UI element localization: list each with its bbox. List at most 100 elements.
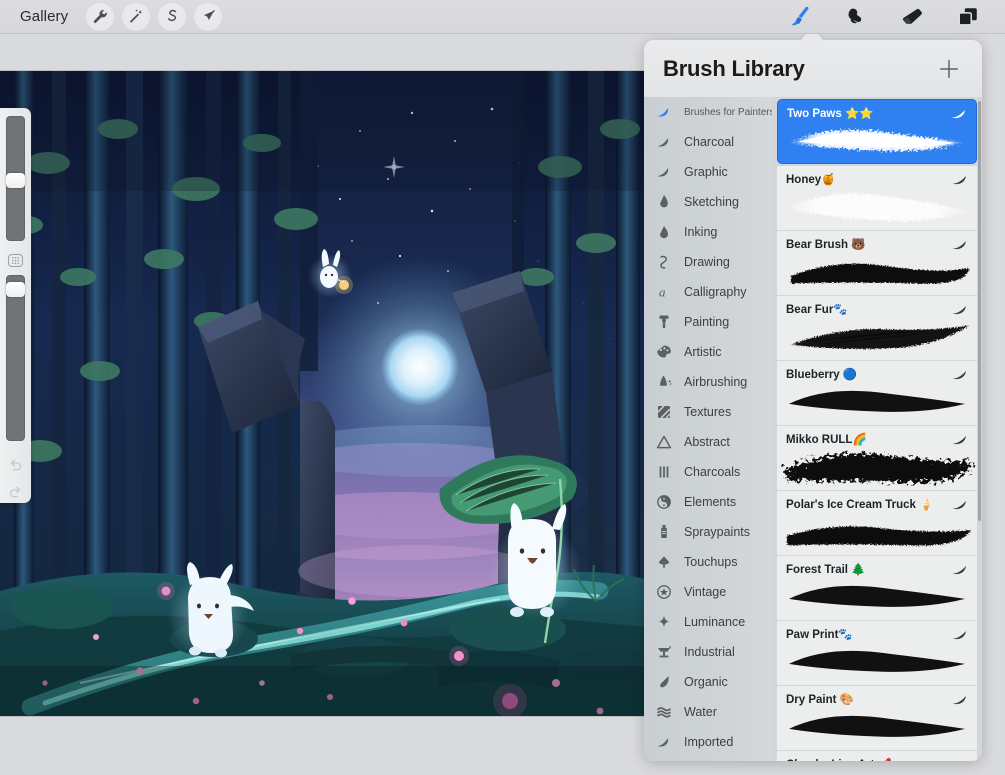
smudge-icon[interactable] bbox=[841, 3, 871, 31]
brush-item[interactable]: Dry Paint 🎨 bbox=[777, 686, 977, 751]
brush-item[interactable]: Paw Print🐾 bbox=[777, 621, 977, 686]
brush-item[interactable]: Two Paws ⭐⭐ bbox=[777, 99, 977, 164]
brush-category-elements[interactable]: Elements bbox=[644, 487, 772, 517]
eraser-icon[interactable] bbox=[897, 3, 927, 31]
three-bars-icon bbox=[654, 463, 673, 482]
brush-category-label: Brushes for Painters bbox=[684, 106, 772, 118]
brush-category-list[interactable]: Brushes for Painters Charcoal Graphic Sketc… bbox=[644, 97, 772, 761]
brush-item[interactable]: Bear Fur🐾 bbox=[777, 296, 977, 361]
brush-item-name: Blueberry 🔵 bbox=[786, 369, 858, 381]
transform-arrow-icon[interactable] bbox=[194, 2, 223, 31]
brush-edit-icon[interactable] bbox=[951, 303, 969, 315]
brush-item[interactable]: Mikko RULL🌈 bbox=[777, 426, 977, 491]
brush-category-label: Vintage bbox=[684, 585, 727, 599]
layers-icon[interactable] bbox=[953, 3, 983, 31]
brush-category-charcoals[interactable]: Charcoals bbox=[644, 457, 772, 487]
brush-category-inking[interactable]: Inking bbox=[644, 217, 772, 247]
brush-stroke-preview bbox=[777, 375, 977, 425]
brush-edit-icon[interactable] bbox=[951, 693, 969, 705]
brush-item-name: Two Paws ⭐⭐ bbox=[787, 108, 874, 120]
brush-category-luminance[interactable]: Luminance bbox=[644, 607, 772, 637]
brush-edit-icon[interactable] bbox=[951, 498, 969, 510]
selection-icon[interactable] bbox=[158, 2, 187, 31]
brush-category-label: Textures bbox=[684, 405, 732, 419]
brush-item[interactable]: Forest Trail 🌲 bbox=[777, 556, 977, 621]
brush-item[interactable]: Polar's Ice Cream Truck 🍦 bbox=[777, 491, 977, 556]
brush-stroke-preview bbox=[777, 700, 977, 750]
drawing-canvas[interactable] bbox=[0, 71, 645, 716]
brush-category-graphic[interactable]: Graphic bbox=[644, 157, 772, 187]
modify-button[interactable] bbox=[8, 253, 23, 268]
brush-item-name: Polar's Ice Cream Truck 🍦 bbox=[786, 499, 934, 511]
svg-text:a: a bbox=[659, 285, 666, 300]
actions-wrench-icon[interactable] bbox=[86, 2, 115, 31]
leaf-icon bbox=[654, 673, 673, 692]
brush-edit-icon[interactable] bbox=[951, 758, 969, 761]
add-brush-icon[interactable] bbox=[936, 56, 962, 82]
brush-category-sketching[interactable]: Sketching bbox=[644, 187, 772, 217]
brush-item-name: Chunky Line Art 🖍️ bbox=[786, 757, 892, 761]
gallery-button[interactable]: Gallery bbox=[14, 5, 78, 29]
adjustments-wand-icon[interactable] bbox=[122, 2, 151, 31]
brush-category-charcoal[interactable]: Charcoal bbox=[644, 127, 772, 157]
brush-item-name: Honey🍯 bbox=[786, 174, 836, 186]
redo-icon[interactable] bbox=[5, 483, 27, 503]
texture-hatch-icon bbox=[654, 403, 673, 422]
brush-category-water[interactable]: Water bbox=[644, 697, 772, 727]
brush-item-name: Forest Trail 🌲 bbox=[786, 564, 866, 576]
ink-drop-icon bbox=[654, 223, 673, 242]
brush-category-label: Organic bbox=[684, 675, 728, 689]
brush-stroke-preview bbox=[778, 114, 976, 163]
brush-edit-icon[interactable] bbox=[951, 173, 969, 185]
brush-item-name: Mikko RULL🌈 bbox=[786, 434, 867, 446]
brush-category-label: Luminance bbox=[684, 615, 746, 629]
brush-category-abstract[interactable]: Abstract bbox=[644, 427, 772, 457]
brush-edit-icon[interactable] bbox=[951, 238, 969, 250]
brush-category-airbrushing[interactable]: Airbrushing bbox=[644, 367, 772, 397]
brush-item[interactable]: Honey🍯 bbox=[777, 166, 977, 231]
brush-stroke-preview bbox=[777, 635, 977, 685]
brush-item-list[interactable]: Two Paws ⭐⭐ Honey🍯 Bear Brush 🐻 Bear Fur🐾 Bl… bbox=[772, 97, 982, 761]
toolbar-left-group: Gallery bbox=[0, 2, 223, 31]
brush-category-vintage[interactable]: Vintage bbox=[644, 577, 772, 607]
brush-item[interactable]: Chunky Line Art 🖍️ bbox=[777, 751, 977, 761]
brush-size-slider[interactable] bbox=[6, 116, 25, 241]
brush-category-industrial[interactable]: Industrial bbox=[644, 637, 772, 667]
squiggle-icon bbox=[654, 253, 673, 272]
brush-stroke-preview bbox=[777, 180, 977, 230]
brush-category-label: Airbrushing bbox=[684, 375, 748, 389]
brush-edit-icon[interactable] bbox=[951, 368, 969, 380]
paint-brush-flat-icon bbox=[654, 313, 673, 332]
artwork-illustration bbox=[0, 71, 645, 716]
brush-list-scrollbar[interactable] bbox=[978, 101, 981, 521]
brush-stroke-icon bbox=[654, 733, 673, 752]
paint-brush-icon[interactable] bbox=[785, 3, 815, 31]
brush-edit-icon[interactable] bbox=[951, 563, 969, 575]
brush-category-organic[interactable]: Organic bbox=[644, 667, 772, 697]
brush-category-brushes-for-painters[interactable]: Brushes for Painters bbox=[644, 97, 772, 127]
brush-category-imported[interactable]: Imported bbox=[644, 727, 772, 757]
brush-category-artistic[interactable]: Artistic bbox=[644, 337, 772, 367]
brush-edit-icon[interactable] bbox=[951, 628, 969, 640]
letter-a-icon: a bbox=[654, 283, 673, 302]
brush-category-calligraphy[interactable]: a Calligraphy bbox=[644, 277, 772, 307]
brush-opacity-slider[interactable] bbox=[6, 275, 25, 442]
brush-item[interactable]: Bear Brush 🐻 bbox=[777, 231, 977, 296]
brush-category-drawing[interactable]: Drawing bbox=[644, 247, 772, 277]
brush-stroke-preview bbox=[777, 570, 977, 620]
brush-category-label: Water bbox=[684, 705, 717, 719]
brush-edit-icon[interactable] bbox=[950, 107, 968, 119]
brush-opacity-slider-thumb[interactable] bbox=[6, 282, 25, 298]
brush-edit-icon[interactable] bbox=[951, 433, 969, 445]
brush-category-textures[interactable]: Textures bbox=[644, 397, 772, 427]
undo-icon[interactable] bbox=[5, 455, 27, 475]
brush-stroke-preview bbox=[777, 310, 977, 360]
brush-category-label: Abstract bbox=[684, 435, 730, 449]
brush-size-slider-thumb[interactable] bbox=[6, 173, 25, 189]
brush-category-spraypaints[interactable]: Spraypaints bbox=[644, 517, 772, 547]
brush-category-painting[interactable]: Painting bbox=[644, 307, 772, 337]
brush-item[interactable]: Blueberry 🔵 bbox=[777, 361, 977, 426]
brush-stroke-icon bbox=[654, 103, 673, 122]
spray-can-icon bbox=[654, 523, 673, 542]
brush-category-touchups[interactable]: Touchups bbox=[644, 547, 772, 577]
